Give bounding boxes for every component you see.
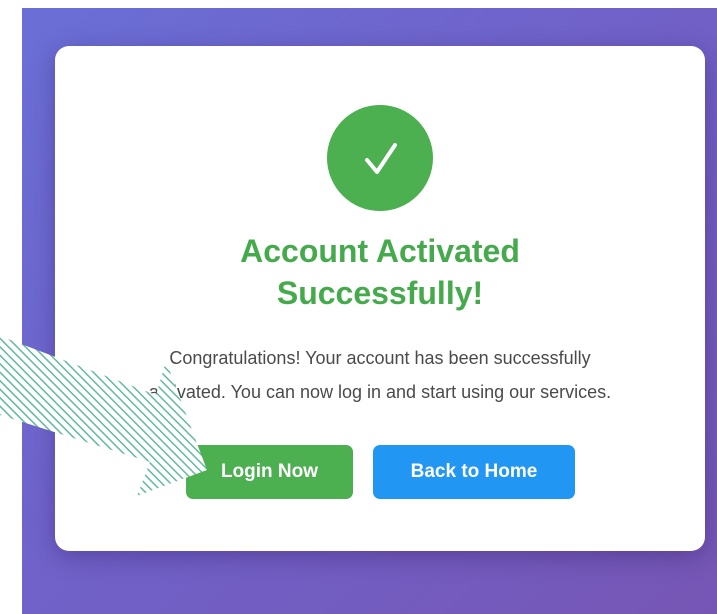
page: Account Activated Successfully! Congratu… [0, 0, 717, 614]
message-line-2: activated. You can now log in and start … [148, 382, 612, 402]
title-line-2: Successfully! [276, 275, 484, 311]
login-now-button[interactable]: Login Now [186, 445, 353, 499]
message-line-1: Congratulations! Your account has been s… [169, 348, 591, 368]
checkmark-icon [365, 143, 397, 174]
success-badge [327, 105, 433, 211]
title-line-1: Account Activated [240, 233, 520, 269]
activation-message: Congratulations! Your account has been s… [55, 341, 705, 409]
back-to-home-button[interactable]: Back to Home [373, 445, 575, 499]
page-title: Account Activated Successfully! [55, 230, 705, 314]
